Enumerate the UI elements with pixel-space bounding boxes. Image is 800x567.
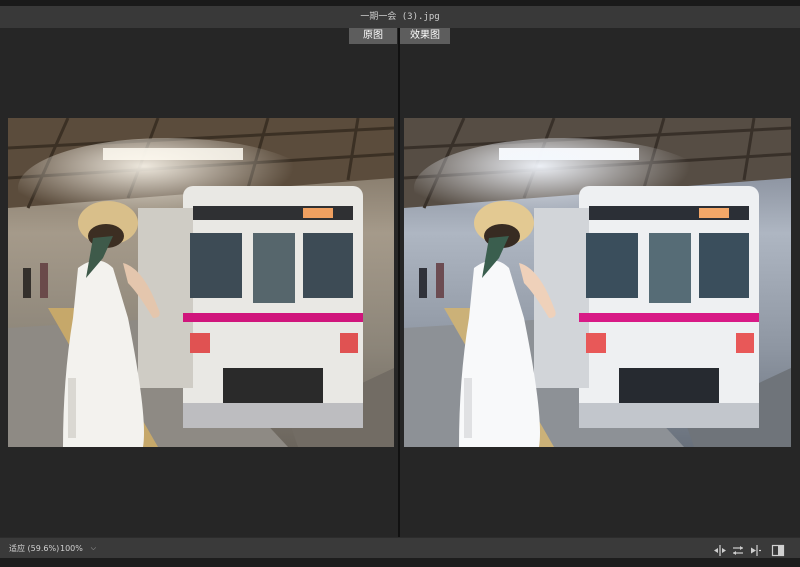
tab-effect[interactable]: 效果图 bbox=[400, 28, 450, 44]
split-vertical-icon[interactable] bbox=[713, 542, 727, 556]
compare-divider[interactable] bbox=[398, 28, 400, 537]
window-title: 一期一会 (3).jpg bbox=[0, 6, 800, 28]
swap-icon[interactable] bbox=[731, 542, 745, 555]
chevron-down-icon: ⌵ bbox=[90, 544, 96, 552]
side-by-side-icon[interactable] bbox=[771, 542, 785, 557]
fit-zoom-button[interactable]: 适应 (59.6%) bbox=[9, 538, 59, 559]
original-photo-image bbox=[8, 118, 394, 447]
tab-original[interactable]: 原图 bbox=[349, 28, 397, 44]
status-bar: 适应 (59.6%) 100% ⌵ bbox=[0, 537, 800, 559]
effect-photo bbox=[404, 118, 791, 447]
bottom-strip bbox=[0, 558, 800, 567]
photo-compare-window: 一期一会 (3).jpg 原图 效果图 适应 (59.6%) 100% ⌵ bbox=[0, 0, 800, 567]
zoom-value: 100% bbox=[60, 544, 83, 553]
split-horizontal-icon[interactable] bbox=[748, 542, 762, 556]
effect-photo-image bbox=[404, 118, 791, 447]
original-photo bbox=[8, 118, 394, 447]
zoom-select[interactable]: 100% ⌵ bbox=[60, 541, 98, 556]
